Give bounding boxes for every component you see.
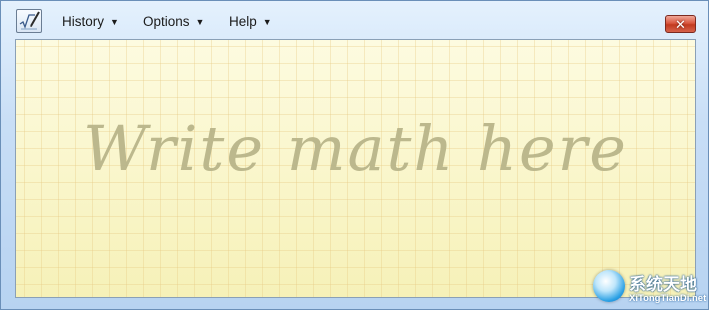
menu-help-label: Help — [229, 14, 257, 29]
menu-help[interactable]: Help ▼ — [229, 13, 272, 31]
watermark: 系统天地 XiTongTianDi.net — [589, 264, 709, 310]
title-bar: History ▼ Options ▼ Help ▼ ✕ — [1, 1, 708, 39]
menu-history[interactable]: History ▼ — [62, 13, 119, 31]
menu-options[interactable]: Options ▼ — [143, 13, 204, 31]
watermark-title: 系统天地 — [629, 275, 697, 294]
math-input-panel-icon[interactable] — [16, 9, 42, 33]
caret-down-icon: ▼ — [110, 17, 119, 27]
caret-down-icon: ▼ — [195, 17, 205, 27]
close-button[interactable]: ✕ — [665, 15, 696, 33]
close-icon: ✕ — [675, 16, 686, 32]
watermark-logo-icon — [593, 270, 625, 302]
menu-options-label: Options — [143, 14, 190, 29]
caret-down-icon: ▼ — [262, 17, 272, 27]
watermark-site: XiTongTianDi.net — [629, 293, 707, 304]
write-math-hint: Write math here — [83, 112, 628, 185]
menu-history-label: History — [62, 14, 105, 29]
writing-area[interactable]: Write math here — [15, 39, 696, 298]
